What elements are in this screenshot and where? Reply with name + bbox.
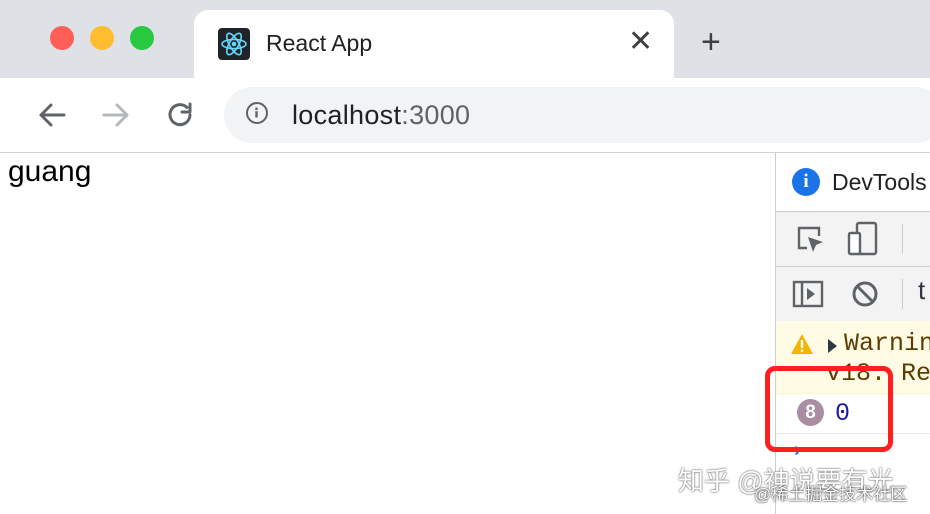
address-bar[interactable]: localhost:3000 [224, 87, 930, 143]
arrow-left-icon [39, 103, 66, 127]
expand-triangle-icon[interactable] [828, 339, 837, 353]
warning-icon [791, 334, 813, 354]
browser-tab[interactable]: React App ✕ [194, 10, 674, 78]
devtools-title: DevTools [832, 169, 927, 195]
console-filter-text[interactable]: t [918, 275, 925, 306]
page-viewport: guang [0, 153, 775, 514]
window-zoom-button[interactable] [130, 26, 154, 50]
arrow-right-icon [102, 103, 129, 127]
console-toolbar: t [776, 267, 930, 322]
warning-text-line1: Warnin [844, 329, 930, 358]
site-info-icon[interactable] [246, 102, 268, 124]
url-text: localhost:3000 [292, 100, 470, 131]
window-minimize-button[interactable] [90, 26, 114, 50]
url-port: :3000 [401, 100, 471, 130]
device-toolbar-icon[interactable] [846, 221, 880, 257]
clear-console-icon[interactable] [850, 279, 880, 309]
devtools-toolbar [776, 212, 930, 267]
forward-button[interactable] [97, 96, 135, 134]
devtools-header: i DevTools [776, 153, 930, 212]
tab-close-icon[interactable]: ✕ [628, 24, 653, 60]
watermark-sub: @稀土掘金技术社区 [754, 485, 908, 504]
inspect-element-icon[interactable] [794, 223, 826, 255]
reload-button[interactable] [161, 96, 199, 134]
window-close-button[interactable] [50, 26, 74, 50]
devtools-panel: i DevTools t Warnin v18. Re 8 0 › [775, 153, 930, 514]
new-tab-button[interactable]: + [701, 22, 721, 62]
back-button[interactable] [33, 96, 71, 134]
tab-strip: React App ✕ + [0, 0, 930, 78]
info-icon: i [792, 168, 820, 196]
highlight-box [765, 366, 893, 452]
toolbar-divider [902, 224, 903, 254]
react-logo-icon [218, 28, 250, 60]
browser-toolbar: localhost:3000 [0, 78, 930, 153]
reload-icon [168, 102, 192, 127]
url-host: localhost [292, 100, 402, 130]
toolbar-divider [902, 279, 903, 309]
tab-title: React App [266, 30, 373, 56]
page-text: guang [8, 155, 92, 188]
sidebar-toggle-icon[interactable] [792, 280, 824, 308]
